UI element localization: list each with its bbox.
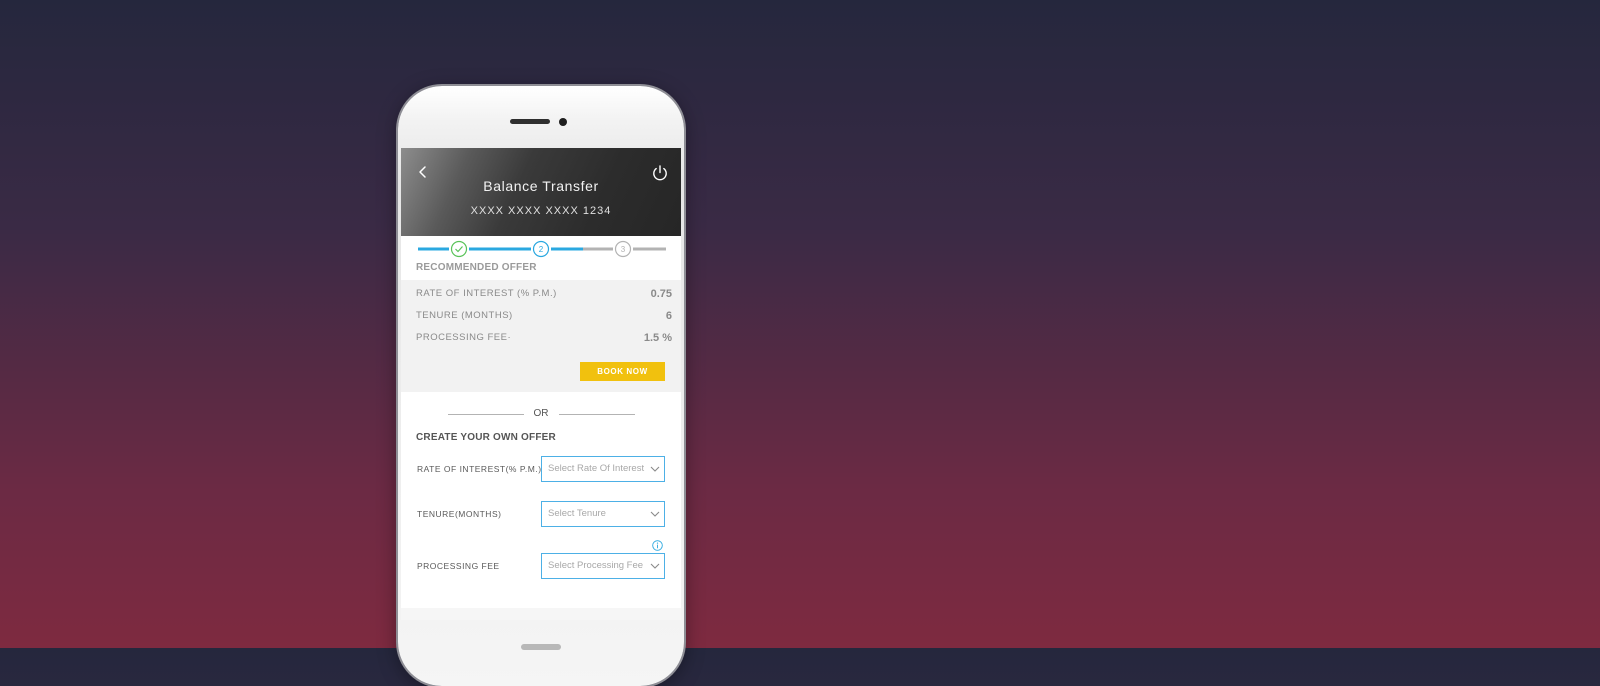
phone-mockup: Balance Transfer XXXX XXXX XXXX 1234 2 3… [398, 86, 684, 686]
power-icon[interactable] [651, 164, 669, 182]
chevron-down-icon [650, 563, 660, 569]
offer-row-tenure: TENURE (MONTHS) 6 [416, 310, 672, 326]
offer-label: TENURE (MONTHS) [416, 310, 513, 321]
screen-footer [401, 608, 681, 620]
app-header: Balance Transfer XXXX XXXX XXXX 1234 [401, 148, 681, 236]
tenure-field-label: TENURE(MONTHS) [417, 509, 502, 519]
info-icon[interactable] [652, 540, 663, 551]
offer-value: 0.75 [650, 288, 672, 300]
step-3-inactive: 3 [614, 240, 632, 258]
interest-field-label: RATE OF INTEREST(% P.M.) [417, 464, 542, 474]
app-screen: Balance Transfer XXXX XXXX XXXX 1234 2 3… [401, 148, 681, 620]
processing-fee-field-label: PROCESSING FEE [417, 561, 500, 571]
offer-row-processing-fee: PROCESSING FEE· 1.5 % [416, 332, 672, 348]
processing-fee-select[interactable]: Select Processing Fee [541, 553, 665, 579]
create-offer-title: CREATE YOUR OWN OFFER [416, 432, 556, 443]
step-1-complete [450, 240, 468, 258]
svg-text:2: 2 [539, 245, 544, 254]
offer-value: 6 [665, 310, 672, 322]
step-2-active: 2 [532, 240, 550, 258]
divider-line-left [448, 414, 524, 415]
or-separator: OR [533, 408, 549, 419]
offer-value: 1.5 % [643, 332, 672, 344]
offer-label: PROCESSING FEE· [416, 332, 512, 343]
recommended-offer-title: RECOMMENDED OFFER [416, 262, 537, 273]
phone-camera [559, 118, 567, 126]
select-placeholder: Select Tenure [548, 508, 606, 519]
book-now-button[interactable]: BOOK NOW [580, 362, 665, 381]
phone-home-button [521, 644, 561, 650]
rate-of-interest-select[interactable]: Select Rate Of Interest [541, 456, 665, 482]
svg-text:3: 3 [621, 245, 626, 254]
tenure-select[interactable]: Select Tenure [541, 501, 665, 527]
chevron-down-icon [650, 466, 660, 472]
card-number: XXXX XXXX XXXX 1234 [470, 205, 612, 217]
progress-stepper: 2 3 [418, 240, 666, 258]
offer-label: RATE OF INTEREST (% P.M.) [416, 288, 557, 299]
select-placeholder: Select Rate Of Interest [548, 463, 645, 474]
chevron-down-icon [650, 511, 660, 517]
phone-speaker [510, 119, 550, 124]
offer-row-interest: RATE OF INTEREST (% P.M.) 0.75 [416, 288, 672, 304]
divider-line-right [559, 414, 635, 415]
page-title: Balance Transfer [483, 178, 599, 194]
select-placeholder: Select Processing Fee [548, 560, 644, 571]
